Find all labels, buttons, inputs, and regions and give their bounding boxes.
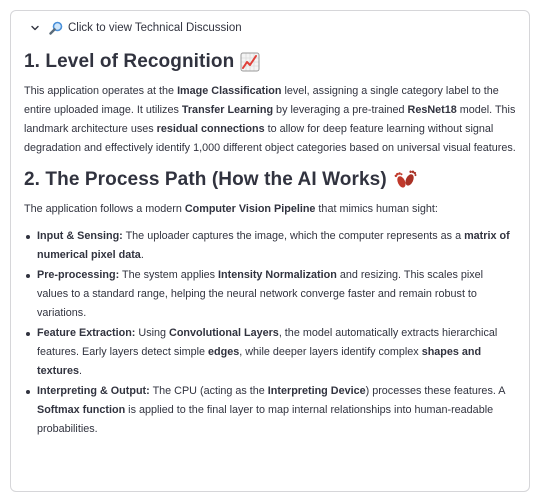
list-item: Interpreting & Output: The CPU (acting a… [24,382,517,439]
section1-paragraph: This application operates at the Image C… [24,85,516,154]
bold-text: residual connections [156,123,265,135]
bold-text: Softmax function [37,404,126,416]
bold-text: Input & Sensing: [37,230,123,242]
chart-increasing-icon [240,52,260,72]
chevron-down-icon [29,22,41,34]
technical-discussion-expander: Click to view Technical Discussion 1. Le… [10,10,530,492]
footprints-icon [393,169,417,191]
expander-content: 1. Level of Recognition This application… [11,44,529,439]
bold-text: Computer Vision Pipeline [184,203,316,215]
list-item: Feature Extraction: Using Convolutional … [24,324,517,381]
bold-text: shapes and textures [37,346,482,377]
process-list: Input & Sensing: The uploader captures t… [24,227,517,439]
section2-heading: 2. The Process Path (How the AI Works) [24,168,517,192]
bold-text: Pre-processing: [37,269,120,281]
bold-text: Interpreting Device [267,385,366,397]
bold-text: Image Classification [177,85,282,97]
expander-header[interactable]: Click to view Technical Discussion [11,11,529,44]
bold-text: edges [208,346,240,358]
bold-text: Intensity Normalization [218,269,337,281]
section2-title: 2. The Process Path (How the AI Works) [24,169,387,190]
expander-label: Click to view Technical Discussion [68,21,242,34]
section1-heading: 1. Level of Recognition [24,50,517,74]
list-item: Input & Sensing: The uploader captures t… [24,227,517,265]
list-item: Pre-processing: The system applies Inten… [24,266,517,323]
bold-text: Feature Extraction: [37,327,136,339]
bold-text: Convolutional Layers [169,327,279,339]
section1-title: 1. Level of Recognition [24,51,235,72]
bold-text: Interpreting & Output: [37,385,150,397]
bold-text: Transfer Learning [181,104,274,116]
section2-intro: The application follows a modern Compute… [24,203,438,215]
bold-text: ResNet18 [407,104,457,116]
magnifying-glass-icon [49,21,63,35]
